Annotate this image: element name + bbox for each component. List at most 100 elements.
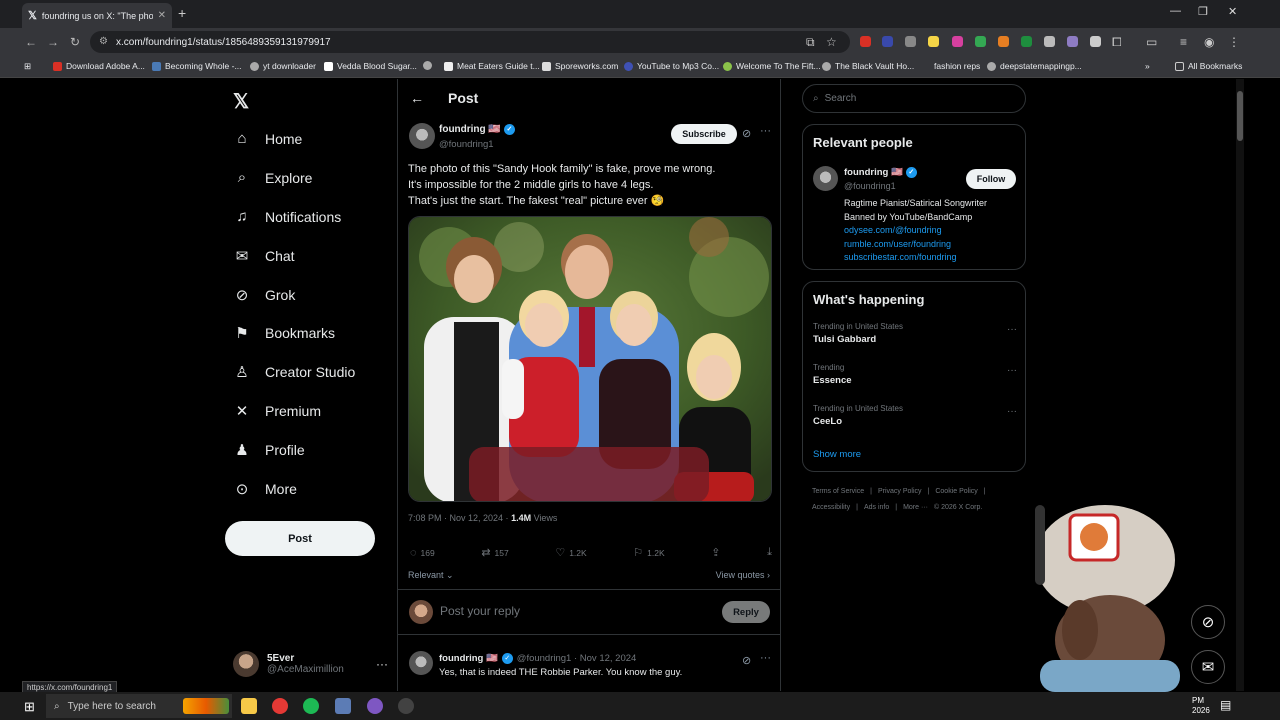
browser-tab[interactable]: 𝕏 foundring us on X: "The photo ✕ xyxy=(22,3,172,28)
person-handle[interactable]: @foundring1 xyxy=(844,181,896,191)
show-more-link[interactable]: Show more xyxy=(813,449,861,460)
extension-icon[interactable] xyxy=(905,36,916,47)
extension-icon[interactable] xyxy=(975,36,986,47)
app-icon[interactable] xyxy=(335,698,351,714)
x-logo-icon[interactable]: 𝕏 xyxy=(233,89,249,114)
footer-link-cookies[interactable]: Cookie Policy xyxy=(935,488,977,495)
bookmark-item[interactable]: Meat Eaters Guide t... xyxy=(444,61,540,71)
share-action[interactable]: ⇪ xyxy=(711,546,720,559)
more-dots-icon[interactable]: ··· xyxy=(760,125,771,137)
obs-icon[interactable] xyxy=(398,698,414,714)
sort-dropdown[interactable]: Relevant ⌄ xyxy=(408,570,454,581)
news-widget-icon[interactable] xyxy=(183,698,229,714)
file-explorer-icon[interactable] xyxy=(241,698,257,714)
extension-icon[interactable] xyxy=(1067,36,1078,47)
bio-link[interactable]: odysee.com/@foundring xyxy=(844,224,987,238)
post-button[interactable]: Post xyxy=(225,521,375,556)
bio-link[interactable]: rumble.com/user/foundring xyxy=(844,238,987,252)
nav-item-home[interactable]: ⌂ Home xyxy=(233,130,302,147)
grok-icon[interactable]: ⊘ xyxy=(742,127,751,140)
all-bookmarks-button[interactable]: All Bookmarks xyxy=(1175,61,1242,71)
nav-item-more[interactable]: ⊙ More xyxy=(233,480,297,498)
chrome-icon[interactable] xyxy=(272,698,288,714)
bookmark-item[interactable]: Sporeworks.com xyxy=(542,61,618,71)
grok-icon[interactable]: ⊘ xyxy=(742,654,751,667)
nav-item-creator-studio[interactable]: ♙ Creator Studio xyxy=(233,363,355,381)
person-avatar[interactable] xyxy=(813,166,838,191)
extensions-puzzle-icon[interactable]: ⧠ xyxy=(1112,35,1122,50)
menu-icon[interactable]: ⋮ xyxy=(1228,35,1240,49)
nav-item-chat[interactable]: ✉ Chat xyxy=(233,247,295,265)
author-name-row[interactable]: foundring 🇺🇸 ✓ xyxy=(439,124,515,135)
bookmark-item[interactable]: The Black Vault Ho... xyxy=(822,61,914,71)
bookmark-item[interactable]: Download Adobe A... xyxy=(53,61,145,71)
bookmark-item[interactable]: Vedda Blood Sugar... xyxy=(324,61,417,71)
extension-icon[interactable] xyxy=(952,36,963,47)
author-handle[interactable]: @foundring1 xyxy=(439,139,494,150)
nav-item-notifications[interactable]: ♫ Notifications xyxy=(233,208,341,225)
bookmark-item[interactable]: Welcome To The Fift... xyxy=(723,61,821,71)
restore-button[interactable]: ❐ xyxy=(1198,5,1208,18)
mail-icon[interactable]: ✉ xyxy=(1191,650,1225,684)
bookmark-item[interactable] xyxy=(423,61,436,70)
bookmark-item[interactable]: Becoming Whole -... xyxy=(152,61,242,71)
more-dots-icon[interactable]: ··· xyxy=(1007,365,1017,376)
repost-action[interactable]: ⇄ 157 xyxy=(481,546,508,559)
tab-close-icon[interactable]: ✕ xyxy=(158,10,166,21)
trend-item[interactable]: Trending Essence ··· xyxy=(813,363,1017,386)
system-clock[interactable]: PM 2026 xyxy=(1192,696,1210,716)
extension-icon[interactable] xyxy=(860,36,871,47)
windows-start-icon[interactable]: ⊞ xyxy=(24,699,35,715)
address-bar[interactable]: ⚙ x.com/foundring1/status/18564893591319… xyxy=(90,31,850,53)
like-action[interactable]: ♡ 1.2K xyxy=(555,546,586,559)
back-icon[interactable]: ← xyxy=(25,35,37,49)
author-avatar[interactable] xyxy=(409,123,435,149)
profile-icon[interactable]: ◉ xyxy=(1204,35,1214,49)
extension-icon[interactable] xyxy=(1021,36,1032,47)
grok-icon[interactable]: ⊘ xyxy=(1191,605,1225,639)
extension-icon[interactable] xyxy=(998,36,1009,47)
footer-link-ads[interactable]: Ads info xyxy=(864,504,889,511)
bookmark-item[interactable]: YouTube to Mp3 Co... xyxy=(624,61,719,71)
install-icon[interactable]: ⧉ xyxy=(806,35,815,50)
nav-item-explore[interactable]: ⌕ Explore xyxy=(233,169,313,186)
bookmark-item[interactable]: deepstatemappingp... xyxy=(987,61,1082,71)
subscribe-button[interactable]: Subscribe xyxy=(671,124,737,144)
star-icon[interactable]: ☆ xyxy=(826,35,837,49)
reply-button[interactable]: Reply xyxy=(722,601,770,623)
back-arrow-icon[interactable]: ← xyxy=(410,90,424,106)
trend-item[interactable]: Trending in United States Tulsi Gabbard … xyxy=(813,322,1017,345)
more-dots-icon[interactable]: ··· xyxy=(1007,324,1017,335)
close-window-button[interactable]: ✕ xyxy=(1228,5,1237,18)
scroll-thumb[interactable] xyxy=(1237,91,1243,141)
scrollbar[interactable] xyxy=(1236,79,1244,691)
footer-link-terms[interactable]: Terms of Service xyxy=(812,488,864,495)
follow-button[interactable]: Follow xyxy=(966,169,1016,189)
bookmark-item[interactable]: fashion reps xyxy=(934,61,980,71)
bookmark-action[interactable]: ⚐ 1.2K xyxy=(633,546,664,559)
minimize-button[interactable]: — xyxy=(1170,5,1181,17)
nav-item-bookmarks[interactable]: ⚑ Bookmarks xyxy=(233,324,335,342)
new-tab-button[interactable]: + xyxy=(178,5,186,21)
extension-icon[interactable] xyxy=(1090,36,1101,47)
footer-link-privacy[interactable]: Privacy Policy xyxy=(878,488,922,495)
reload-icon[interactable]: ↻ xyxy=(70,35,80,49)
more-dots-icon[interactable]: ··· xyxy=(760,652,771,664)
nav-item-grok[interactable]: ⊘ Grok xyxy=(233,286,296,304)
account-switcher[interactable]: 5Ever @AceMaximillion ··· xyxy=(233,649,388,679)
reply-author-name[interactable]: foundring 🇺🇸 xyxy=(439,653,498,664)
download-action[interactable]: ⤓ xyxy=(767,546,772,559)
bookmark-item[interactable]: yt downloader xyxy=(250,61,316,71)
site-info-icon[interactable]: ⚙ xyxy=(99,36,108,47)
extension-icon[interactable] xyxy=(1044,36,1055,47)
apps-grid-icon[interactable]: ⊞ xyxy=(24,61,31,72)
search-input[interactable]: ⌕ Search xyxy=(802,84,1026,113)
nav-item-premium[interactable]: ✕ Premium xyxy=(233,402,321,420)
discord-icon[interactable] xyxy=(367,698,383,714)
reply-action[interactable]: ◌ 169 xyxy=(410,546,435,559)
reply-input[interactable]: Post your reply xyxy=(440,604,520,618)
forward-icon[interactable]: → xyxy=(47,35,59,49)
spotify-icon[interactable] xyxy=(303,698,319,714)
sidebar-icon[interactable]: ▭ xyxy=(1146,35,1157,49)
notification-icon[interactable]: ▤ xyxy=(1220,698,1231,712)
